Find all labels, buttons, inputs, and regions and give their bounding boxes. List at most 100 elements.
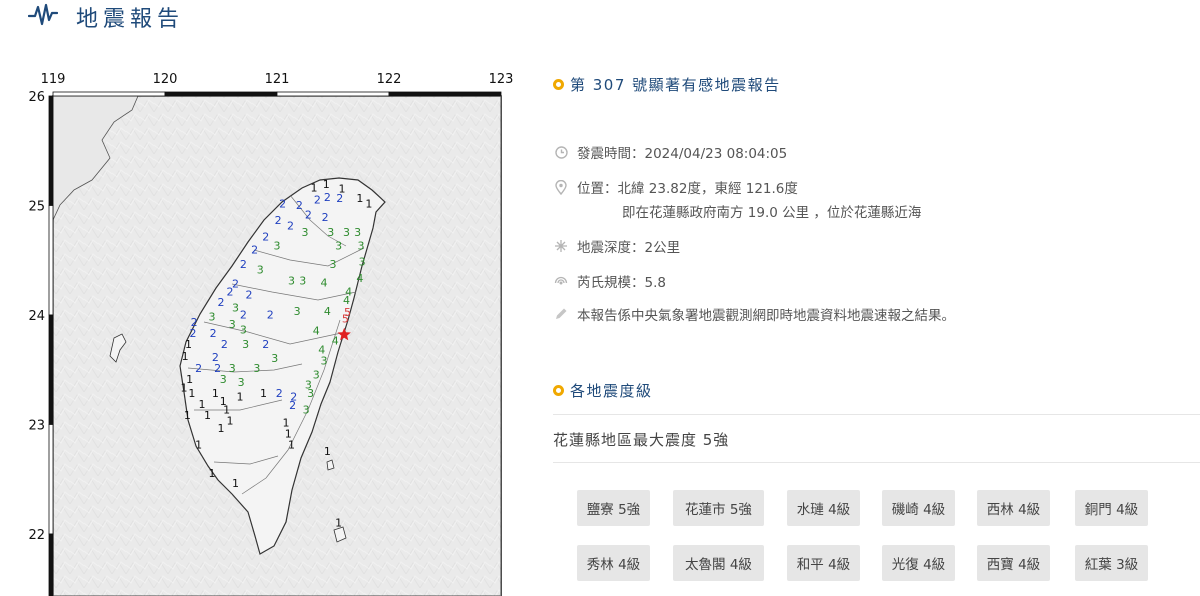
pencil-icon (553, 306, 569, 322)
station-intensity-label: 3 (294, 305, 301, 318)
intensity-badge: 花蓮市 5強 (673, 490, 764, 526)
intensity-badge: 太魯閣 4級 (673, 545, 764, 581)
station-intensity-label: 2 (305, 209, 312, 222)
intensity-badge: 光復 4級 (882, 545, 955, 581)
lat-scale-bar (48, 424, 54, 535)
origin-time-row: 發震時間：2024/04/23 08:04:05 (553, 142, 787, 162)
station-intensity-label: 1 (182, 350, 189, 363)
station-intensity-label: 1 (185, 338, 192, 351)
station-intensity-label: 2 (262, 338, 269, 351)
lat-scale-bar (48, 533, 54, 596)
depth-row: 地震深度：2公里 (553, 236, 680, 256)
station-intensity-label: 3 (240, 324, 247, 337)
station-intensity-label: 3 (313, 369, 320, 382)
lat-tick-label: 22 (28, 528, 45, 543)
bullet-dot-icon (553, 79, 564, 90)
lat-scale-bar (48, 314, 54, 425)
station-intensity-label: 1 (232, 477, 239, 490)
station-intensity-label: 3 (229, 362, 236, 375)
station-intensity-label: 1 (195, 439, 202, 452)
location-row: 位置：北緯 23.82度，東經 121.6度 (553, 177, 798, 197)
station-intensity-label: 3 (253, 362, 260, 375)
station-intensity-label: 2 (324, 191, 331, 204)
station-intensity-label: 1 (260, 387, 267, 400)
magnitude-text: 芮氏規模：5.8 (577, 275, 666, 291)
lat-scale-bar (48, 95, 54, 206)
lon-tick-label: 120 (153, 72, 178, 87)
station-intensity-label: 2 (218, 296, 225, 309)
map-canvas[interactable]: 1 1 122 2 122 12 22 23 3 3 3332322 3 3 343 3 422 2 442 3 3 4… (28, 70, 520, 596)
station-intensity-label: 4 (356, 272, 363, 285)
intensity-badge: 水璉 4級 (787, 490, 860, 526)
report-heading: 第 307 號顯著有感地震報告 (553, 74, 781, 95)
station-intensity-label: 2 (287, 220, 294, 233)
section-divider (553, 462, 1200, 463)
station-intensity-label: 1 (237, 390, 244, 403)
intensity-heading: 各地震度級 (553, 380, 653, 401)
station-intensity-label: 2 (279, 198, 286, 211)
lat-tick-label: 24 (28, 309, 45, 324)
station-intensity-label: 3 (220, 373, 227, 386)
lat-tick-label: 23 (28, 419, 45, 434)
station-intensity-label: 1 (212, 387, 219, 400)
station-intensity-label: 3 (303, 404, 310, 417)
station-intensity-label: 4 (324, 305, 331, 318)
station-intensity-label: 2 (276, 387, 283, 400)
station-intensity-label: 2 (322, 211, 329, 224)
lon-scale-bar (52, 91, 166, 97)
lon-scale-bar (388, 91, 502, 97)
lon-scale-bar (164, 91, 278, 97)
intensity-badge: 和平 4級 (787, 545, 860, 581)
station-intensity-label: 2 (246, 289, 253, 302)
station-intensity-label: 4 (343, 294, 350, 307)
lat-tick-label: 26 (28, 90, 45, 105)
station-intensity-label: 2 (240, 258, 247, 271)
lon-tick-label: 123 (489, 72, 514, 87)
station-intensity-label: 2 (336, 192, 343, 205)
report-title: 第 307 號顯著有感地震報告 (570, 76, 781, 94)
station-intensity-label: 1 (288, 439, 295, 452)
station-intensity-label: 1 (356, 192, 363, 205)
station-intensity-label: 2 (262, 231, 269, 244)
lat-tick-label: 25 (28, 200, 45, 215)
station-intensity-label: 3 (232, 302, 239, 315)
lon-tick-label: 119 (41, 72, 66, 87)
seismograph-wave-icon (28, 3, 58, 26)
station-intensity-label: 2 (314, 193, 321, 206)
page-header: 地震報告 (0, 0, 1200, 40)
station-intensity-label: 1 (335, 516, 342, 529)
station-intensity-label: 2 (221, 338, 228, 351)
station-intensity-label: 1 (188, 387, 195, 400)
station-intensity-label: 2 (267, 308, 274, 321)
lon-tick-label: 121 (265, 72, 290, 87)
lon-tick-label: 122 (377, 72, 402, 87)
station-intensity-label: 2 (296, 199, 303, 212)
intensity-badge: 磯崎 4級 (882, 490, 955, 526)
station-intensity-label: 3 (354, 226, 361, 239)
station-intensity-label: 1 (324, 445, 331, 458)
intensity-badge: 秀林 4級 (577, 545, 650, 581)
station-intensity-label: 3 (302, 226, 309, 239)
intensity-map[interactable]: 1112221221222233333323223334334222442334… (28, 70, 520, 596)
map-pin-icon (553, 179, 569, 195)
note-text: 本報告係中央氣象署地震觀測網即時地震資料地震速報之結果。 (577, 308, 955, 324)
depth-arrows-icon (553, 238, 569, 254)
station-intensity-label: 3 (274, 239, 281, 252)
station-intensity-label: 3 (307, 387, 314, 400)
max-intensity-line: 花蓮縣地區最大震度 5強 (553, 431, 730, 449)
origin-time-text: 發震時間：2024/04/23 08:04:05 (577, 146, 788, 162)
station-intensity-label: 4 (332, 335, 339, 348)
signal-waves-icon (553, 273, 569, 289)
station-intensity-label: 2 (251, 244, 258, 257)
lat-scale-bar (48, 205, 54, 316)
note-row: 本報告係中央氣象署地震觀測網即時地震資料地震速報之結果。 (553, 304, 955, 324)
magnitude-row: 芮氏規模：5.8 (553, 271, 666, 291)
station-intensity-label: 3 (209, 310, 216, 323)
station-intensity-label: 2 (226, 285, 233, 298)
lon-scale-bar (276, 91, 390, 97)
station-intensity-label: 3 (229, 318, 236, 331)
station-intensity-label: 3 (335, 239, 342, 252)
station-intensity-label: 3 (327, 226, 334, 239)
station-intensity-label: 2 (210, 327, 217, 340)
station-intensity-label: 3 (257, 263, 264, 276)
